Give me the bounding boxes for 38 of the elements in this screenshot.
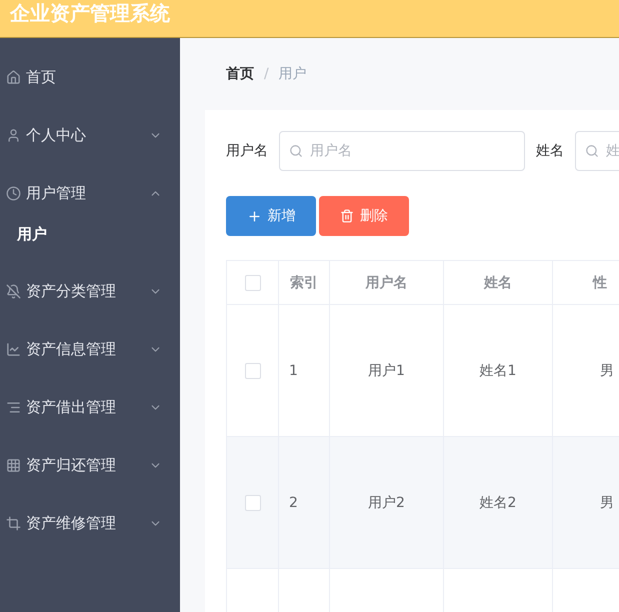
table-cell: 用户2	[368, 494, 405, 510]
checkbox[interactable]	[244, 274, 260, 291]
table-cell: 姓名1	[480, 362, 516, 378]
crop-icon	[6, 516, 20, 530]
chart-icon	[6, 342, 20, 356]
user-icon	[6, 128, 20, 142]
search-icon	[289, 144, 303, 158]
field-label: 用户名	[226, 142, 268, 160]
table-cell: 男	[600, 494, 614, 510]
trash-icon	[340, 209, 354, 223]
menu-item[interactable]: 个人中心	[0, 106, 180, 164]
table-cell: 男	[600, 362, 614, 378]
app-title: 企业资产管理系统	[10, 1, 170, 25]
table-cell: 1	[289, 362, 298, 378]
breadcrumb-separator: /	[264, 66, 269, 82]
table-cell: 用户1	[368, 362, 405, 378]
checkbox[interactable]	[244, 494, 260, 511]
list-icon	[6, 400, 20, 414]
clock-icon	[6, 186, 20, 200]
add-button[interactable]: 新增	[226, 196, 316, 236]
table-cell: 姓名2	[480, 494, 516, 510]
checkbox[interactable]	[244, 362, 260, 379]
menu-item[interactable]: 资产借出管理	[0, 378, 180, 436]
home-icon	[6, 70, 20, 84]
field-label: 姓名	[536, 142, 564, 160]
grid-icon	[6, 458, 20, 472]
menu-item[interactable]: 资产归还管理	[0, 436, 180, 494]
menu-item[interactable]: 资产维修管理	[0, 494, 180, 552]
menu-item[interactable]: 资产信息管理	[0, 320, 180, 378]
search-icon	[585, 144, 599, 158]
breadcrumb-item[interactable]: 首页	[226, 65, 254, 83]
menu-item[interactable]: 首页	[0, 48, 180, 106]
table-cell: 2	[289, 494, 298, 510]
menu-item[interactable]: 资产分类管理	[0, 262, 180, 320]
search-field[interactable]: 用户名	[279, 131, 525, 171]
bell-off-icon	[6, 284, 20, 298]
breadcrumb-item: 用户	[278, 65, 307, 83]
plus-icon	[246, 208, 262, 224]
